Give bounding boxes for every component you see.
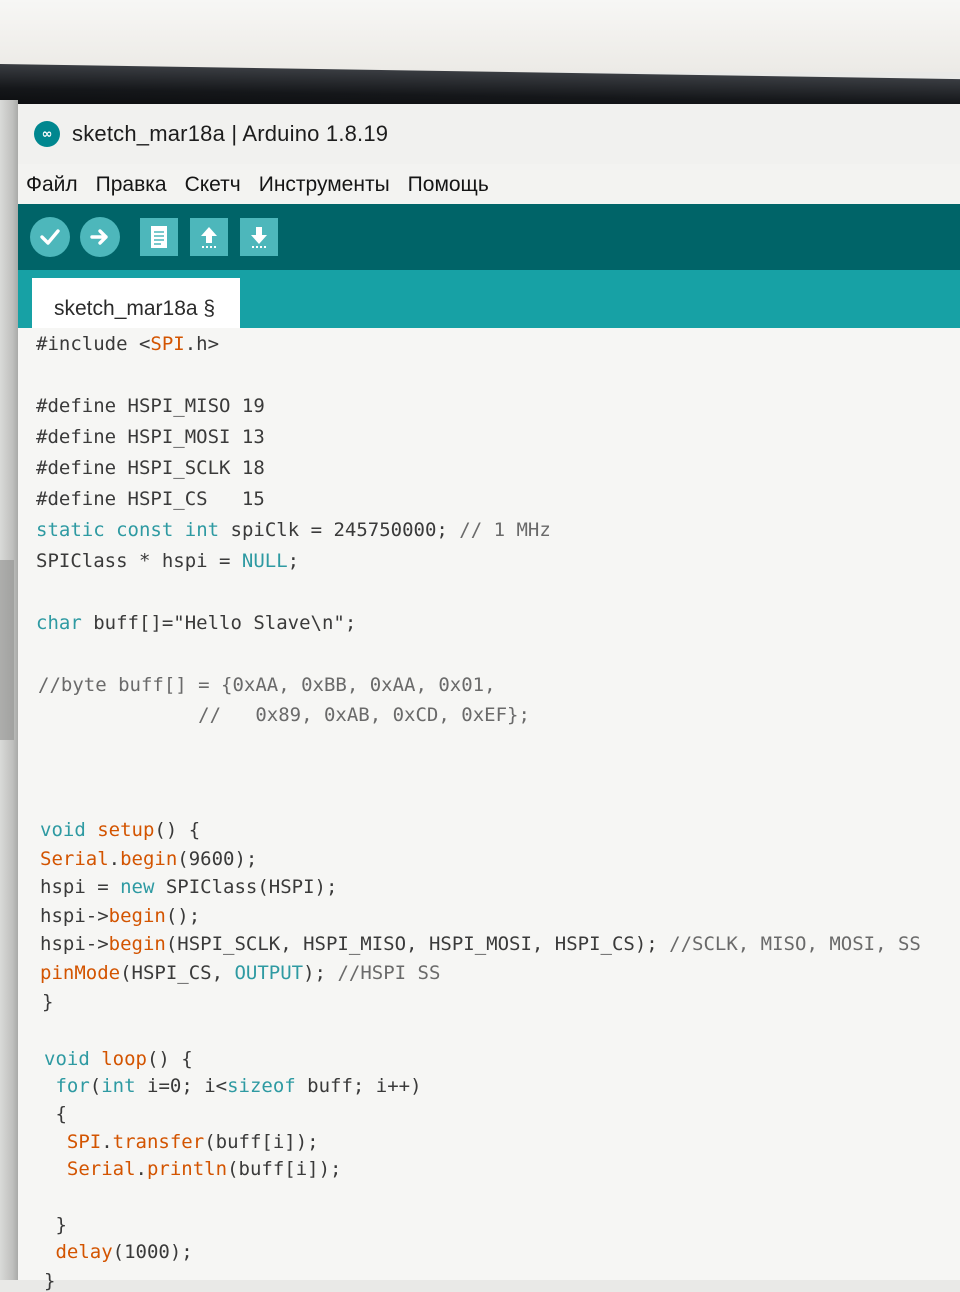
code-line: static const int spiClk = 245750000; // … — [36, 519, 551, 541]
code-line: SPI.transfer(buff[i]); — [66, 1131, 319, 1153]
code-line: } — [44, 1270, 56, 1292]
save-button[interactable] — [240, 218, 278, 256]
code-line: #include <SPI.h> — [36, 333, 220, 355]
toolbar — [18, 204, 960, 270]
code-line: } — [44, 1214, 67, 1236]
menu-tools[interactable]: Инструменты — [259, 173, 390, 197]
code-line: hspi = new SPIClass(HSPI); — [40, 876, 338, 898]
code-line: #define HSPI_SCLK 18 — [36, 457, 265, 479]
open-icon — [201, 227, 217, 248]
code-line: Serial.println(buff[i]); — [66, 1158, 342, 1180]
verify-button[interactable] — [30, 217, 70, 257]
code-line: { — [44, 1103, 67, 1125]
code-line: hspi->begin(); — [40, 905, 201, 927]
code-line: for(int i=0; i<sizeof buff; i++) — [55, 1075, 422, 1097]
menu-sketch[interactable]: Скетч — [185, 173, 241, 197]
code-line: delay(1000); — [55, 1241, 193, 1263]
code-line: hspi->begin(HSPI_SCLK, HSPI_MISO, HSPI_M… — [40, 933, 921, 955]
code-line: void loop() { — [44, 1048, 193, 1070]
code-line: SPIClass * hspi = NULL; — [36, 550, 300, 572]
code-line: #define HSPI_MISO 19 — [36, 395, 265, 417]
menu-file[interactable]: Файл — [26, 173, 78, 197]
title-bar: ∞ sketch_mar18a | Arduino 1.8.19 — [18, 104, 960, 164]
new-button[interactable] — [140, 218, 178, 256]
menu-bar: Файл Правка Скетч Инструменты Помощь — [18, 168, 960, 202]
code-line: pinMode(HSPI_CS, OUTPUT); //HSPI SS — [40, 962, 441, 984]
code-line: char buff[]="Hello Slave\n"; — [36, 612, 357, 634]
code-line: #define HSPI_CS 15 — [36, 488, 265, 510]
new-icon — [151, 226, 167, 248]
arduino-window: ∞ sketch_mar18a | Arduino 1.8.19 Файл Пр… — [18, 104, 960, 1292]
code-line: Serial.begin(9600); — [40, 848, 258, 870]
window-title: sketch_mar18a | Arduino 1.8.19 — [72, 121, 389, 146]
menu-edit[interactable]: Правка — [96, 173, 167, 197]
code-editor[interactable]: #include <SPI.h> #define HSPI_MISO 19 #def… — [18, 328, 960, 1292]
code-line: } — [42, 991, 54, 1013]
upload-icon — [90, 229, 108, 245]
menu-help[interactable]: Помощь — [408, 173, 489, 197]
upload-button[interactable] — [80, 217, 120, 257]
open-button[interactable] — [190, 218, 228, 256]
background-wall — [0, 0, 960, 72]
left-scroll-shadow — [0, 560, 14, 740]
code-line: //byte buff[] = {0xAA, 0xBB, 0xAA, 0x01, — [38, 674, 496, 696]
code-line: // 0x89, 0xAB, 0xCD, 0xEF}; — [198, 704, 530, 726]
save-icon — [251, 227, 267, 248]
code-line: #define HSPI_MOSI 13 — [36, 426, 265, 448]
verify-icon — [40, 229, 60, 245]
arduino-logo-icon: ∞ — [34, 121, 60, 147]
code-line: void setup() { — [40, 819, 201, 841]
